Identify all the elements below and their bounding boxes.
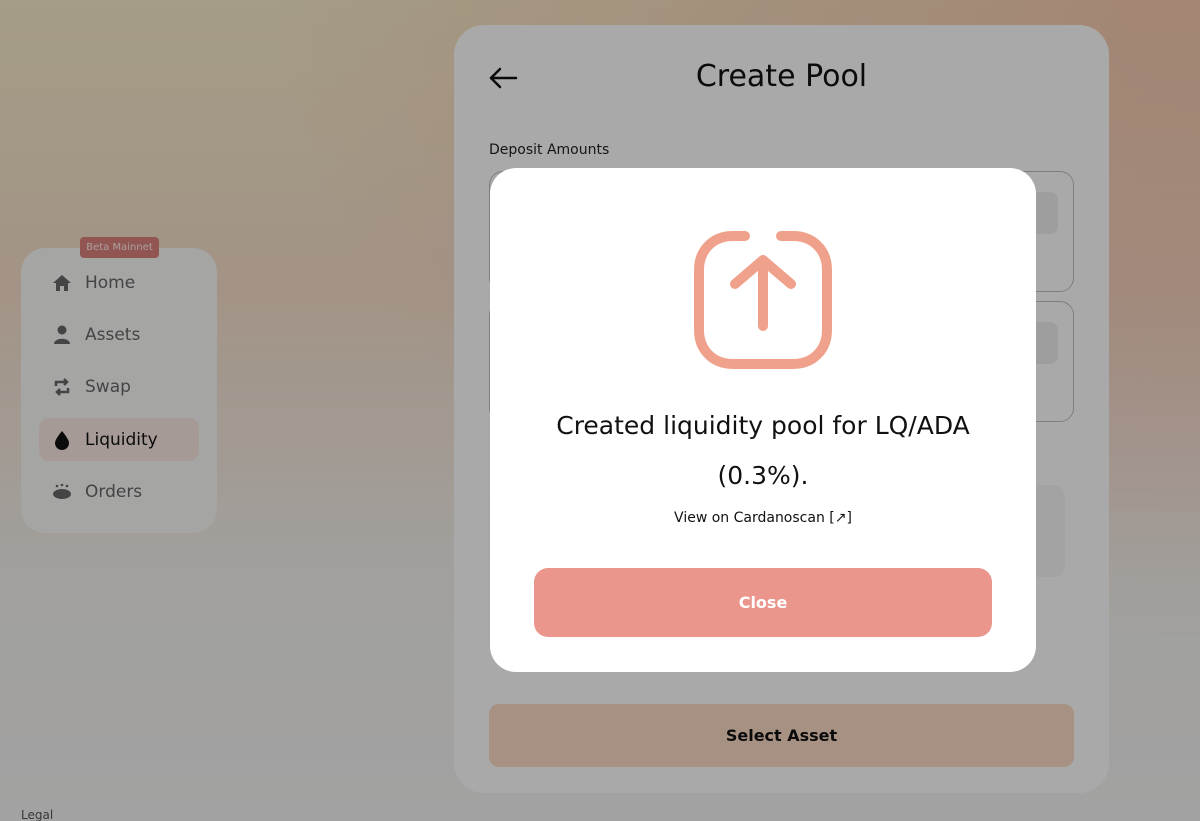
upload-icon xyxy=(693,230,833,370)
close-button[interactable]: Close xyxy=(534,568,992,637)
cardanoscan-link[interactable]: View on Cardanoscan [↗] xyxy=(490,510,1036,526)
success-modal: Created liquidity pool for LQ/ADA (0.3%)… xyxy=(490,168,1036,672)
success-message: Created liquidity pool for LQ/ADA (0.3%)… xyxy=(556,411,970,490)
